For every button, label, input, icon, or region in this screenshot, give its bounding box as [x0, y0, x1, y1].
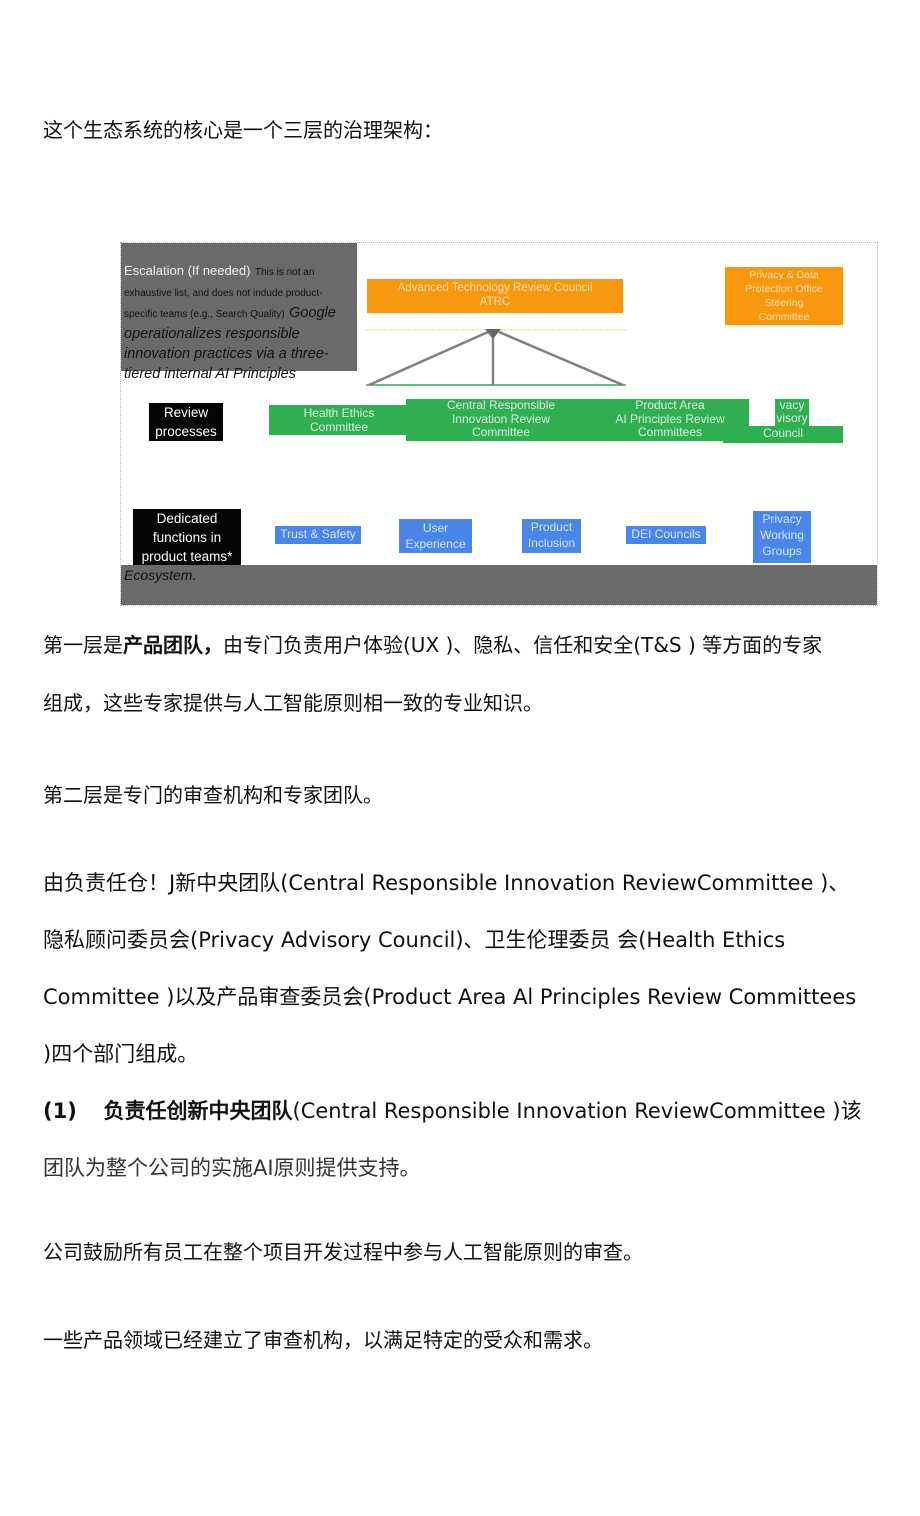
- text-span: (Central Responsible Innovation ReviewCo…: [292, 1099, 862, 1123]
- paragraph-members-line3: Committee )以及产品审查委员会(Product Area Al Pri…: [43, 985, 857, 1009]
- box-line: Central Responsible: [446, 398, 556, 412]
- central-ri-box: Central Responsible Innovation Review Co…: [406, 398, 596, 441]
- privacy-steering-line: Committee: [758, 311, 810, 323]
- user-experience-box: User Experience: [399, 519, 472, 553]
- label-line: product teams*: [141, 549, 233, 564]
- box-line: Health Ethics: [303, 406, 375, 420]
- paragraph-tier1: 第一层是产品团队，由专门负责用户体验(UX )、隐私、信任和安全(T&S ) 等…: [43, 633, 822, 657]
- box-line: Experience: [405, 537, 466, 551]
- privacy-steering-line: Privacy & Data: [749, 269, 819, 281]
- box-line: Product: [530, 520, 573, 534]
- privacy-advisory-box: Council: [723, 426, 843, 443]
- paragraph-central-team: (1) 负责任创新中央团队(Central Responsible Innova…: [43, 1099, 862, 1123]
- paragraph-tier2: 第二层是专门的审查机构和专家团队。: [43, 783, 383, 807]
- arrowhead-icon: [485, 329, 501, 339]
- box-line: Privacy: [762, 512, 802, 526]
- paragraph-product-areas: 一些产品领域已经建立了审查机构，以满足特定的受众和需求。: [43, 1328, 603, 1352]
- atrc-title: Advanced Technology Review Council: [397, 282, 593, 294]
- ecosystem-band: Ecosystem.: [121, 565, 877, 605]
- intro-text: 这个生态系统的核心是一个三层的治理架构：: [43, 118, 443, 142]
- label-line: processes: [155, 424, 217, 439]
- box-line: Inclusion: [527, 536, 576, 550]
- box-line: Innovation Review: [451, 411, 551, 426]
- box-line: visory: [776, 411, 808, 425]
- atrc-abbrev: ATRC: [479, 296, 511, 308]
- label-line: Review: [163, 405, 209, 420]
- text-span: 第一层是: [43, 633, 123, 657]
- bold-text: 产品团队，: [123, 633, 223, 657]
- dedicated-functions-label: Dedicated functions in product teams*: [133, 509, 241, 565]
- product-inclusion-box: Product Inclusion: [522, 519, 581, 553]
- escalation-heading: Escalation (If needed): [124, 263, 251, 278]
- privacy-working-groups-box: Privacy Working Groups: [753, 511, 811, 563]
- escalation-arrows: [366, 329, 626, 387]
- review-processes-label: Review processes: [149, 403, 223, 441]
- box-line: User: [422, 521, 449, 535]
- escalation-block: Escalation (If needed) This is not an ex…: [121, 243, 357, 382]
- atrc-box: Advanced Technology Review Council ATRC: [367, 279, 623, 313]
- paragraph-encourage: 公司鼓励所有员工在整个项目开发过程中参与人工智能原则的审查。: [43, 1240, 643, 1264]
- box-line: Committee: [471, 425, 530, 439]
- privacy-steering-box: Privacy & Data Protection Office Steerin…: [725, 267, 843, 325]
- paragraph-central-team-line2: 团队为整个公司的实施AI原则提供支持。: [43, 1156, 421, 1180]
- governance-diagram: Escalation (If needed) This is not an ex…: [120, 242, 878, 606]
- paragraph-members-line1: 由负责任仓！J新中央团队(Central Responsible Innovat…: [43, 871, 850, 895]
- box-line: Working: [760, 528, 804, 542]
- label-line: Dedicated: [156, 511, 218, 526]
- label-line: functions in: [152, 530, 222, 545]
- trust-safety-box: Trust & Safety: [275, 526, 361, 544]
- health-ethics-box: Health Ethics Committee: [269, 405, 409, 435]
- privacy-steering-line: Steering: [764, 297, 804, 309]
- privacy-steering-line: Protection Office: [745, 283, 823, 295]
- privacy-advisory-top: vacy visory: [775, 399, 809, 427]
- paragraph-members-line2: 隐私顾问委员会(Privacy Advisory Council)、卫生伦理委员…: [43, 928, 786, 952]
- paragraph-tier1-line2: 组成，这些专家提供与人工智能原则相一致的专业知识。: [43, 691, 543, 715]
- arrow-right: [498, 330, 624, 387]
- arrow-left: [368, 330, 489, 387]
- box-line: Groups: [762, 544, 802, 558]
- paragraph-members-line4: )四个部门组成。: [43, 1042, 199, 1066]
- box-line: AI Principles Review: [615, 411, 725, 426]
- box-line: Committee: [309, 419, 368, 434]
- dei-councils-box: DEI Councils: [626, 526, 706, 544]
- list-number: (1): [43, 1099, 77, 1123]
- box-line: Product Area: [635, 398, 705, 412]
- bold-text: 负责任创新中央团队: [103, 1099, 293, 1123]
- text-span: 由专门负责用户体验(UX )、隐私、信任和安全(T&S ) 等方面的专家: [223, 633, 823, 657]
